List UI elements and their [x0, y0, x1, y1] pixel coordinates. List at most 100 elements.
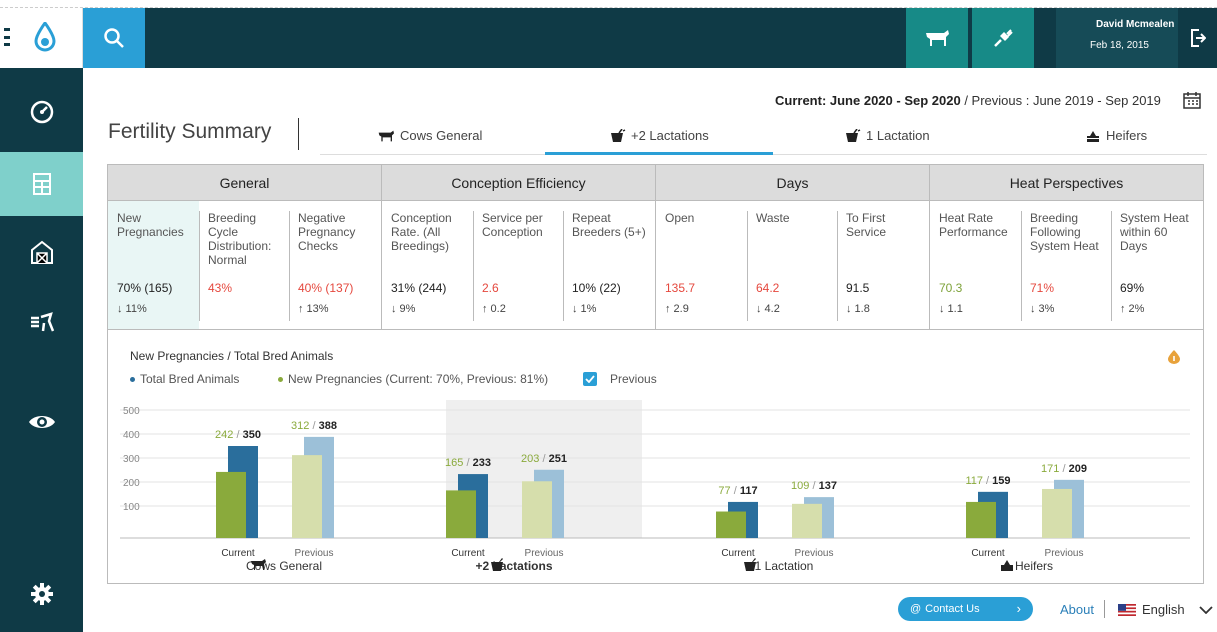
metric-cell[interactable]: Waste 64.2 ↓ 4.2	[747, 201, 837, 329]
bar-new-current	[446, 490, 476, 538]
metric-divider	[837, 211, 838, 321]
report-icon	[32, 173, 51, 195]
x-bar-label: Previous	[1045, 548, 1084, 559]
metric-value: 135.7	[665, 281, 696, 295]
info-icon[interactable]	[1168, 350, 1180, 364]
about-link[interactable]: About	[1060, 602, 1094, 617]
metric-change: ↓ 1%	[572, 303, 597, 315]
bar-new-current	[716, 511, 746, 538]
legend-new-label: New Pregnancies (Current: 70%, Previous:…	[288, 372, 549, 386]
metric-cell[interactable]: To First Service 91.5 ↓ 1.8	[837, 201, 930, 329]
previous-toggle[interactable]: Previous	[583, 372, 657, 386]
gear-icon	[30, 583, 53, 605]
user-date: Feb 18, 2015	[1090, 40, 1149, 51]
contact-us-button[interactable]: @ Contact Us ›	[898, 597, 1033, 621]
metric-cell[interactable]: Open 135.7 ↑ 2.9	[656, 201, 747, 329]
data-label-sep: /	[983, 475, 992, 487]
chevron-down-icon	[1199, 605, 1213, 614]
metric-cell[interactable]: System Heat within 60 Days 69% ↑ 2%	[1111, 201, 1203, 329]
data-label-new: 312	[291, 420, 309, 432]
metric-label: Service per Conception	[482, 211, 543, 239]
metric-cell[interactable]: Breeding Following System Heat 71% ↓ 3%	[1021, 201, 1111, 329]
tab-2-lactations[interactable]: +2 Lactations	[610, 128, 709, 143]
metric-value: 10% (22)	[572, 281, 621, 295]
metric-cell[interactable]: Negative Pregnancy Checks 40% (137) ↑ 13%	[289, 201, 382, 329]
language-selector[interactable]: English	[1118, 602, 1213, 617]
sidebar-item-milking[interactable]	[0, 290, 83, 354]
metric-cell[interactable]: Repeat Breeders (5+) 10% (22) ↓ 1%	[563, 201, 656, 329]
metric-group-heat-perspectives: Heat Perspectives Heat Rate Performance 70…	[930, 165, 1203, 329]
sidebar-item-settings[interactable]	[0, 562, 83, 626]
sidebar-item-reports[interactable]	[0, 152, 83, 216]
x-bar-label: Previous	[525, 548, 564, 559]
tab-cows-general[interactable]: Cows General	[377, 128, 482, 143]
y-tick-label: 300	[123, 454, 140, 465]
y-tick-label: 500	[123, 406, 140, 417]
legend-total-label: Total Bred Animals	[140, 372, 240, 386]
tab-label: Cows General	[400, 128, 483, 143]
data-label-sep: /	[233, 429, 242, 441]
eye-icon	[28, 416, 55, 428]
search-button[interactable]	[83, 8, 145, 68]
metric-value: 71%	[1030, 281, 1055, 295]
metric-group-general: General New Pregnancies 70% (165) ↓ 11% Bree…	[108, 165, 382, 329]
metric-divider	[1021, 211, 1022, 321]
plug-icon	[994, 29, 1013, 47]
metric-cell[interactable]: Service per Conception 2.6 ↑ 0.2	[473, 201, 563, 329]
legend-new: New Pregnancies (Current: 70%, Previous:…	[278, 372, 548, 386]
tab-1-lactation[interactable]: 1 Lactation	[845, 128, 930, 143]
tab-heifers[interactable]: Heifers	[1085, 128, 1147, 143]
active-tab-indicator	[545, 152, 773, 155]
top-strip	[0, 0, 1217, 8]
metric-label: Open	[665, 211, 695, 225]
sidebar-item-dashboard[interactable]	[0, 80, 83, 144]
legend-total-dot	[130, 376, 135, 382]
tab-label: +2 Lactations	[631, 128, 709, 143]
metric-cell[interactable]: New Pregnancies 70% (165) ↓ 11%	[108, 201, 199, 329]
metric-cell[interactable]: Conception Rate. (All Breedings) 31% (244…	[382, 201, 473, 329]
data-label-new: 203	[521, 453, 539, 465]
metric-label: Breeding Cycle Distribution: Normal	[208, 211, 272, 267]
chart-panel: New Pregnancies / Total Bred Animals Tot…	[107, 330, 1204, 584]
chevron-right-icon: ›	[1016, 601, 1021, 616]
data-label-total: 350	[243, 429, 261, 441]
metric-group-conception-efficiency: Conception Efficiency Conception Rate. (A…	[382, 165, 656, 329]
bar-new-current	[216, 471, 246, 538]
sidebar-item-monitor[interactable]	[0, 390, 83, 454]
data-label-current: 242 / 350	[215, 429, 261, 441]
menu-icon[interactable]	[4, 28, 10, 46]
sidebar-item-barn[interactable]	[0, 220, 83, 284]
language-label: English	[1142, 602, 1185, 617]
cow-view-button[interactable]	[906, 8, 968, 68]
x-group-label: +2 Lactations	[475, 559, 552, 573]
x-bar-label: Current	[721, 548, 755, 559]
x-bar-label: Current	[451, 548, 485, 559]
metric-cell[interactable]: Breeding Cycle Distribution: Normal 43%	[199, 201, 289, 329]
metric-change: ↓ 11%	[117, 303, 147, 315]
data-label-total: 209	[1069, 463, 1087, 475]
at-icon: @	[910, 603, 922, 615]
user-info: David Mcmealen Feb 18, 2015	[1056, 8, 1178, 68]
data-label-total: 233	[473, 457, 491, 469]
previous-checkbox[interactable]	[583, 372, 597, 386]
footer-divider	[1104, 600, 1105, 618]
sync-button[interactable]	[972, 8, 1034, 68]
calendar-icon[interactable]	[1183, 91, 1201, 109]
metric-divider	[747, 211, 748, 321]
data-label-sep: /	[463, 457, 472, 469]
bar-new-previous	[1042, 488, 1072, 538]
metric-value: 91.5	[846, 281, 870, 295]
data-label-previous: 312 / 388	[291, 420, 337, 432]
y-tick-label: 400	[123, 430, 140, 441]
metric-label: Waste	[756, 211, 790, 225]
bottle-icon	[611, 128, 626, 142]
metric-cell[interactable]: Heat Rate Performance 70.3 ↓ 1.1	[930, 201, 1021, 329]
metric-change: ↑ 13%	[298, 303, 329, 315]
data-label-previous: 203 / 251	[521, 453, 567, 465]
bottle-icon	[846, 128, 861, 142]
logout-button[interactable]	[1178, 8, 1217, 68]
previous-period: / Previous : June 2019 - Sep 2019	[960, 93, 1161, 108]
metric-change: ↓ 1.8	[846, 303, 870, 315]
contact-label: Contact Us	[925, 603, 980, 615]
bar-chart: 100 200 300 400 500 242 / 350 Current 312 / 388…	[120, 400, 1190, 573]
